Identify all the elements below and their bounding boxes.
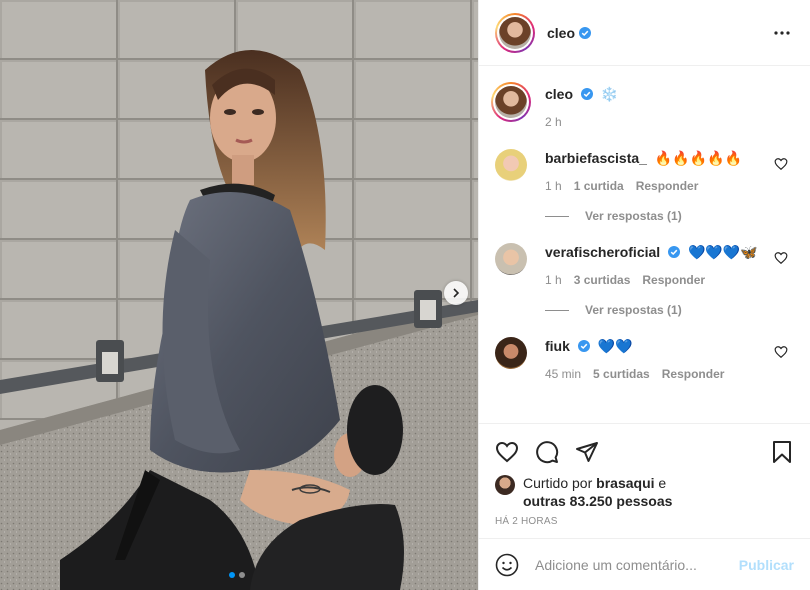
chevron-right-icon [453, 288, 460, 298]
verified-badge-icon [580, 88, 593, 100]
publish-button[interactable]: Publicar [739, 557, 794, 573]
verified-badge-icon [668, 246, 681, 258]
comment-username[interactable]: barbiefascista_ [545, 150, 647, 166]
caption-time[interactable]: 2 h [545, 115, 562, 129]
like-button[interactable] [495, 432, 535, 472]
comment-likes[interactable]: 5 curtidas [593, 367, 650, 381]
share-button[interactable] [575, 432, 615, 472]
like-comment-heart-icon[interactable] [774, 345, 788, 359]
likes-summary: Curtido por brasaqui e outras 83.250 pes… [495, 474, 794, 510]
comment-item: barbiefascista_ 🔥🔥🔥🔥🔥 1 h 1 curtida Resp… [495, 149, 794, 193]
comment-time[interactable]: 1 h [545, 273, 562, 287]
view-replies-label: Ver respostas (1) [585, 209, 682, 223]
post-timestamp[interactable]: HÁ 2 HORAS [495, 516, 794, 527]
reply-button[interactable]: Responder [642, 273, 705, 287]
author-avatar[interactable] [495, 12, 535, 53]
action-icons [495, 432, 794, 472]
comment-avatar[interactable] [495, 149, 527, 181]
likes-first-user[interactable]: brasaqui [596, 475, 654, 491]
verified-badge-icon [579, 26, 592, 39]
likes-text: Curtido por brasaqui e outras 83.250 pes… [523, 474, 672, 510]
likes-conjunction: e [658, 475, 667, 491]
comment-avatar[interactable] [495, 337, 527, 369]
caption-username[interactable]: cleo [545, 86, 573, 102]
heart-icon [495, 441, 519, 463]
comment-text: 🔥🔥🔥🔥🔥 [654, 150, 743, 166]
comment-time[interactable]: 45 min [545, 367, 581, 381]
post-photo[interactable] [0, 0, 478, 590]
caption-avatar[interactable] [491, 82, 531, 122]
instagram-post: cleo cleo ❄️ 2 h barbiefascista_ 🔥🔥🔥🔥🔥 1… [0, 0, 810, 590]
bookmark-icon [773, 441, 791, 463]
like-comment-heart-icon[interactable] [774, 157, 788, 171]
post-side-panel: cleo cleo ❄️ 2 h barbiefascista_ 🔥🔥🔥🔥🔥 1… [478, 0, 810, 590]
comment-avatar[interactable] [495, 243, 527, 275]
verified-badge-icon [577, 340, 590, 352]
caption-text: ❄️ [600, 86, 619, 102]
view-replies-divider [545, 215, 569, 217]
save-button[interactable] [754, 432, 794, 472]
comment-likes[interactable]: 1 curtida [574, 179, 624, 193]
more-options-icon [774, 30, 790, 35]
comment-text: 💙💙💙🦋 [687, 244, 758, 260]
view-replies-button[interactable]: Ver respostas (1) [545, 303, 794, 317]
likes-prefix: Curtido por [523, 475, 593, 491]
author-username[interactable]: cleo [547, 25, 575, 41]
comment-username[interactable]: fiuk [545, 338, 570, 354]
comment-button[interactable] [535, 432, 575, 472]
add-comment-bar: Publicar [479, 538, 810, 590]
photo-image [0, 0, 478, 590]
likes-others[interactable]: outras 83.250 pessoas [523, 493, 672, 509]
emoji-icon[interactable] [495, 553, 519, 577]
like-comment-heart-icon[interactable] [774, 251, 788, 265]
post-header: cleo [479, 0, 810, 66]
comment-item: verafischeroficial 💙💙💙🦋 1 h 3 curtidas R… [495, 243, 794, 287]
post-actions: Curtido por brasaqui e outras 83.250 pes… [479, 423, 810, 538]
comment-input[interactable] [535, 556, 739, 573]
comment-text: 💙💙 [597, 338, 633, 354]
caption: cleo ❄️ 2 h [491, 82, 794, 129]
share-icon [576, 442, 598, 462]
comment-username[interactable]: verafischeroficial [545, 244, 660, 260]
comment-likes[interactable]: 3 curtidas [574, 273, 631, 287]
liker-avatar[interactable] [495, 475, 515, 495]
view-replies-divider [545, 309, 569, 311]
view-replies-label: Ver respostas (1) [585, 303, 682, 317]
comment-time[interactable]: 1 h [545, 179, 562, 193]
carousel-dot-active [229, 572, 235, 578]
view-replies-button[interactable]: Ver respostas (1) [545, 209, 794, 223]
carousel-dot [239, 572, 245, 578]
more-options-button[interactable] [770, 21, 794, 45]
reply-button[interactable]: Responder [662, 367, 725, 381]
carousel-next-button[interactable] [444, 281, 468, 305]
carousel-indicator [229, 572, 245, 578]
comment-icon [536, 441, 559, 464]
comments-list: cleo ❄️ 2 h barbiefascista_ 🔥🔥🔥🔥🔥 1 h 1 … [479, 66, 810, 423]
reply-button[interactable]: Responder [636, 179, 699, 193]
comment-item: fiuk 💙💙 45 min 5 curtidas Responder [495, 337, 794, 381]
